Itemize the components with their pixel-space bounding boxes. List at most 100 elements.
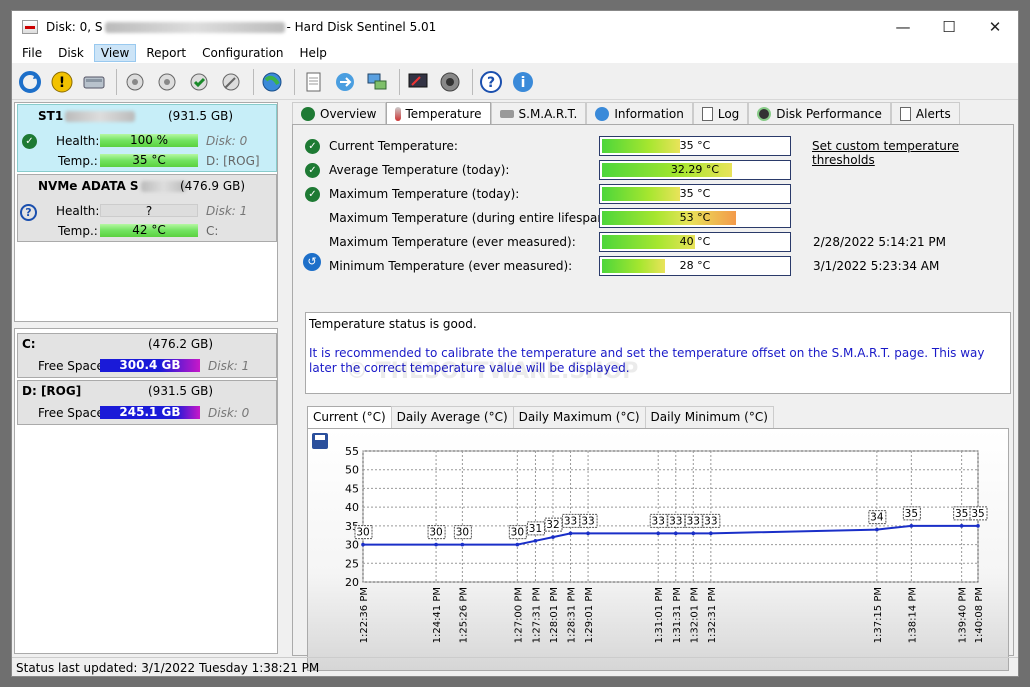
chart-tab-current[interactable]: Current (°C) — [307, 406, 392, 428]
temperature-value: 40 °C — [679, 235, 711, 248]
tab-temperature[interactable]: Temperature — [385, 102, 491, 124]
free-space-bar: 300.4 GB — [100, 359, 200, 372]
disk-ref: Disk: 0 — [208, 406, 250, 420]
info-icon: i — [513, 71, 533, 92]
menu-help[interactable]: Help — [294, 45, 333, 61]
chart-tab-daily-minimum[interactable]: Daily Minimum (°C) — [644, 406, 774, 428]
x-tick-label: 1:22:36 PM — [359, 587, 370, 643]
ok-check-icon: ✓ — [305, 187, 320, 202]
info-button[interactable]: i — [509, 68, 537, 96]
y-tick-label: 40 — [345, 501, 359, 514]
right-panel: Overview Temperature S.M.A.R.T. Informat… — [292, 102, 1014, 671]
menu-report[interactable]: Report — [140, 45, 192, 61]
overview-icon — [301, 106, 315, 121]
temperature-chart-area: 20 25 30 35 40 45 50 55 1:22:36 PM 1:24:41 PM 1:25… — [307, 428, 1009, 671]
svg-text:?: ? — [487, 75, 495, 91]
x-tick-label: 1:28:31 PM — [567, 587, 578, 643]
drive-tool-icon — [222, 73, 240, 90]
x-tick-label: 1:31:01 PM — [654, 587, 665, 643]
information-icon — [595, 106, 610, 121]
data-point — [586, 531, 590, 536]
menu-file[interactable]: File — [16, 45, 48, 61]
data-point — [568, 531, 573, 536]
chart-tab-daily-maximum[interactable]: Daily Maximum (°C) — [512, 406, 646, 428]
tab-disk-performance[interactable]: Disk Performance — [748, 102, 891, 124]
tools-button[interactable] — [404, 68, 432, 96]
drive-ok-button[interactable] — [185, 68, 213, 96]
sound-button[interactable] — [436, 68, 464, 96]
temp-bar: 42 °C — [100, 224, 198, 237]
menu-disk[interactable]: Disk — [52, 45, 90, 61]
disk-title: NVMe ADATA S — [38, 179, 188, 193]
disk-card-1[interactable]: NVMe ADATA S (476.9 GB) ? Health: ? Disk… — [17, 174, 277, 242]
redacted-serial — [104, 22, 285, 33]
temperature-row: ✓ Average Temperature (today): 32.29 °C — [293, 159, 1013, 181]
tab-information[interactable]: Information — [586, 102, 693, 124]
thermometer-icon — [394, 106, 401, 121]
unknown-status-icon: ? — [20, 204, 37, 221]
help-button[interactable]: ? — [477, 68, 505, 96]
watermark: © THESOFTWARE.SHOP — [346, 359, 639, 384]
status-bar: Status last updated: 3/1/2022 Tuesday 1:… — [12, 657, 1018, 677]
temperature-value-box: 53 °C — [599, 208, 791, 228]
temperature-row: Maximum Temperature (ever measured): 40 °… — [293, 231, 1013, 253]
redacted-model — [140, 181, 186, 192]
data-point — [434, 542, 438, 547]
send-report-button[interactable] — [331, 68, 359, 96]
disk-ref: Disk: 0 — [206, 134, 248, 148]
y-tick-label: 25 — [345, 557, 359, 570]
chart-tab-daily-average[interactable]: Daily Average (°C) — [390, 406, 514, 428]
tab-log[interactable]: Log — [692, 102, 749, 124]
drive-status-button[interactable] — [153, 68, 181, 96]
temperature-panel: ✓ Current Temperature: 35 °C Set custom tem… — [292, 124, 1014, 671]
temp-label: Temp.: — [58, 154, 98, 168]
temperature-label: Minimum Temperature (ever measured): — [329, 259, 573, 273]
menu-view[interactable]: View — [93, 44, 137, 62]
data-label: 33 — [652, 515, 665, 527]
help-icon: ? — [480, 70, 502, 93]
drive-tool-button[interactable] — [217, 68, 245, 96]
disk-card-0[interactable]: ST1 (931.5 GB) ✓ Health: 100 % Disk: 0 T… — [17, 104, 277, 172]
volume-size: (931.5 GB) — [148, 384, 214, 398]
maximize-button[interactable]: ☐ — [926, 11, 972, 43]
data-label: 33 — [581, 515, 594, 527]
report-button[interactable] — [299, 68, 327, 96]
save-icon[interactable] — [312, 433, 328, 449]
restore-icon[interactable]: ↺ — [303, 253, 321, 271]
temperature-label: Current Temperature: — [329, 139, 458, 153]
svg-text:!: ! — [59, 75, 65, 91]
data-point — [361, 542, 365, 547]
refresh-button[interactable] — [16, 68, 44, 96]
temperature-row: ✓ Maximum Temperature (today): 35 °C — [293, 183, 1013, 205]
y-tick-label: 20 — [345, 576, 359, 589]
temperature-value: 53 °C — [679, 211, 711, 224]
minimize-button[interactable]: — — [880, 11, 926, 43]
data-point — [533, 539, 538, 543]
free-space-label: Free Space — [38, 359, 104, 373]
tab-bar: Overview Temperature S.M.A.R.T. Informat… — [292, 102, 960, 124]
tab-overview[interactable]: Overview — [292, 102, 386, 124]
menu-configuration[interactable]: Configuration — [196, 45, 289, 61]
data-point — [551, 535, 555, 539]
network-button[interactable] — [363, 68, 391, 96]
tab-alerts[interactable]: Alerts — [890, 102, 960, 124]
speaker-icon — [440, 72, 460, 91]
volume-card-c[interactable]: C: (476.2 GB) Free Space 300.4 GB Disk: … — [17, 333, 277, 378]
x-tick-label: 1:24:41 PM — [432, 587, 443, 643]
alert-button[interactable]: ! — [48, 68, 76, 96]
web-button[interactable] — [258, 68, 286, 96]
y-tick-label: 30 — [345, 539, 359, 552]
warning-icon: ! — [51, 71, 73, 92]
health-bar: ? — [100, 204, 198, 218]
temperature-value: 28 °C — [679, 259, 711, 272]
drive-letter: C: — [206, 224, 219, 238]
drive-test-button[interactable] — [121, 68, 149, 96]
main-window: Disk: 0, S- Hard Disk Sentinel 5.01 — ☐ … — [11, 10, 1019, 677]
tab-smart[interactable]: S.M.A.R.T. — [490, 102, 587, 124]
close-button[interactable]: ✕ — [972, 11, 1018, 43]
disk-button[interactable] — [80, 68, 108, 96]
temp-label: Temp.: — [58, 224, 98, 238]
volume-card-d[interactable]: D: [ROG] (931.5 GB) Free Space 245.1 GB … — [17, 380, 277, 425]
temperature-label: Average Temperature (today): — [329, 163, 510, 177]
temperature-row: ✓ Current Temperature: 35 °C Set custom tem… — [293, 135, 1013, 167]
